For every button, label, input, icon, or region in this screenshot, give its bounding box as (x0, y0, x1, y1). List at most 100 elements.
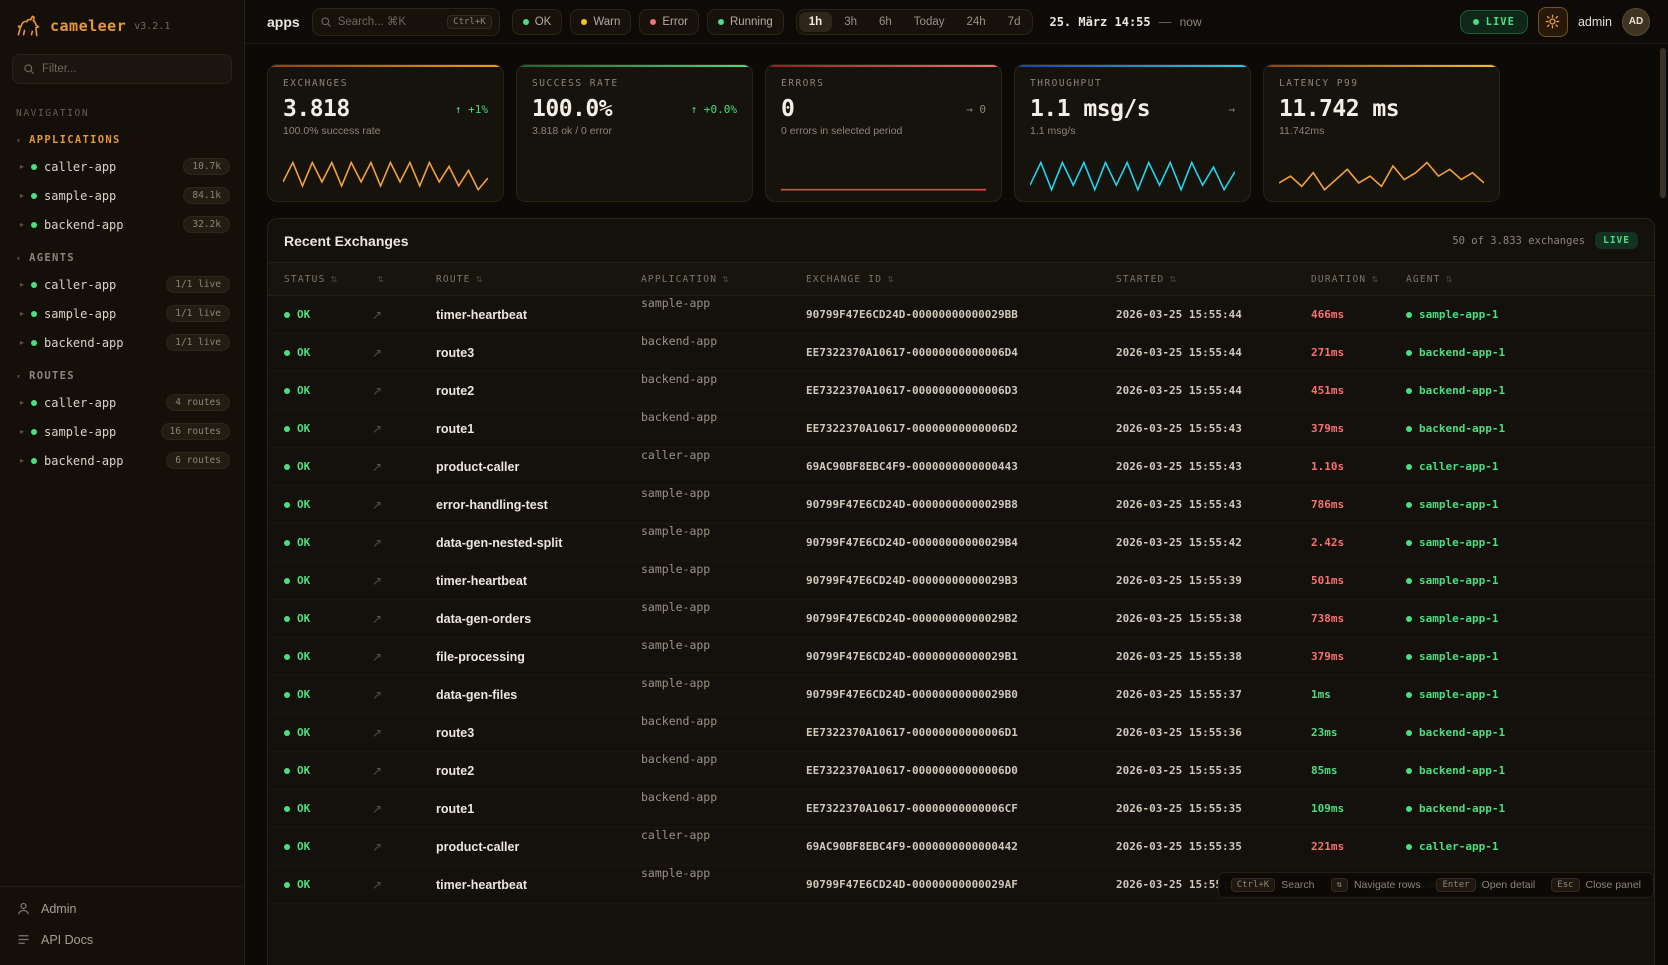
open-route-icon[interactable]: ↗ (372, 536, 382, 550)
section-title-label: ROUTES (29, 370, 75, 382)
status-label: OK (297, 308, 310, 321)
sidebar-filter[interactable] (12, 54, 232, 84)
sidebar-item-api-docs[interactable]: API Docs (0, 924, 244, 955)
table-row[interactable]: OK ↗ route1 backend-app EE7322370A10617-… (268, 790, 1654, 828)
column-header[interactable]: STARTED ⇅ (1116, 274, 1311, 285)
table-row[interactable]: OK ↗ timer-heartbeat sample-app 90799F47… (268, 562, 1654, 600)
table-row[interactable]: OK ↗ route2 backend-app EE7322370A10617-… (268, 752, 1654, 790)
column-header[interactable]: AGENT ⇅ (1406, 274, 1638, 285)
agent-label: backend-app-1 (1419, 346, 1505, 359)
open-route-icon[interactable]: ↗ (372, 726, 382, 740)
status-dot (284, 844, 290, 850)
time-range-button[interactable]: 1h (799, 12, 832, 32)
sort-icon: ⇅ (377, 275, 385, 284)
duration-cell: 23ms (1311, 726, 1406, 739)
table-row[interactable]: OK ↗ product-caller caller-app 69AC90BF8… (268, 828, 1654, 866)
route-cell: route1 (436, 802, 641, 816)
chevron-down-icon: ▾ (16, 254, 22, 263)
open-route-icon[interactable]: ↗ (372, 460, 382, 474)
filter-input[interactable] (42, 63, 221, 75)
open-route-icon[interactable]: ↗ (372, 574, 382, 588)
table-row[interactable]: OK ↗ error-handling-test sample-app 9079… (268, 486, 1654, 524)
column-label: STATUS (284, 274, 326, 285)
username-label[interactable]: admin (1578, 15, 1612, 29)
sidebar-item[interactable]: ▸ caller-app 1/1 live (0, 270, 244, 299)
column-header[interactable]: STATUS ⇅ (284, 274, 372, 285)
brand[interactable]: cameleer v3.2.1 (0, 0, 244, 46)
column-header[interactable]: EXCHANGE ID ⇅ (806, 274, 1116, 285)
table-row[interactable]: OK ↗ data-gen-orders sample-app 90799F47… (268, 600, 1654, 638)
sidebar-item[interactable]: ▸ backend-app 6 routes (0, 446, 244, 475)
table-row[interactable]: OK ↗ data-gen-nested-split sample-app 90… (268, 524, 1654, 562)
status-label: OK (297, 726, 310, 739)
time-range-button[interactable]: 24h (956, 12, 995, 32)
sidebar-item[interactable]: ▸ sample-app 84.1k (0, 181, 244, 210)
column-header[interactable]: DURATION ⇅ (1311, 274, 1406, 285)
status-filter-chip[interactable]: Running (707, 9, 784, 35)
sidebar-item[interactable]: ▸ backend-app 32.2k (0, 210, 244, 239)
status-filter-chip[interactable]: OK (512, 9, 563, 35)
nav-section-label: NAVIGATION (0, 92, 244, 121)
sidebar-item[interactable]: ▸ sample-app 1/1 live (0, 299, 244, 328)
column-header[interactable]: ROUTE ⇅ (436, 274, 641, 285)
section-title[interactable]: ▾ APPLICATIONS (0, 121, 244, 152)
status-label: OK (297, 878, 310, 891)
time-range-button[interactable]: 3h (834, 12, 867, 32)
started-cell: 2026-03-25 15:55:35 (1116, 764, 1311, 777)
sidebar-item[interactable]: ▸ caller-app 10.7k (0, 152, 244, 181)
open-route-icon[interactable]: ↗ (372, 878, 382, 892)
open-route-icon[interactable]: ↗ (372, 840, 382, 854)
agent-cell: sample-app-1 (1406, 688, 1638, 701)
sidebar-item-badge: 1/1 live (166, 305, 230, 322)
search-input[interactable] (338, 16, 441, 28)
table-row[interactable]: OK ↗ route3 backend-app EE7322370A10617-… (268, 334, 1654, 372)
avatar[interactable]: AD (1622, 8, 1650, 36)
open-route-icon[interactable]: ↗ (372, 802, 382, 816)
table-row[interactable]: OK ↗ product-caller caller-app 69AC90BF8… (268, 448, 1654, 486)
datetime-label[interactable]: 25. März 14:55 (1049, 15, 1150, 29)
status-filter-chip[interactable]: Warn (570, 9, 631, 35)
exchange-id-cell: EE7322370A10617-00000000000006D4 (806, 346, 1116, 359)
sidebar-item[interactable]: ▸ backend-app 1/1 live (0, 328, 244, 357)
sort-icon: ⇅ (722, 275, 730, 284)
live-dot (1473, 19, 1479, 25)
sidebar-item[interactable]: ▸ caller-app 4 routes (0, 388, 244, 417)
status-filter-chip[interactable]: Error (639, 9, 699, 35)
section-title[interactable]: ▾ ROUTES (0, 357, 244, 388)
stat-value: 3.818 (283, 96, 350, 122)
table-row[interactable]: OK ↗ route2 backend-app EE7322370A10617-… (268, 372, 1654, 410)
open-route-icon[interactable]: ↗ (372, 422, 382, 436)
open-route-icon[interactable]: ↗ (372, 688, 382, 702)
column-header[interactable]: APPLICATION ⇅ (641, 274, 806, 285)
open-route-icon[interactable]: ↗ (372, 612, 382, 626)
status-dot (284, 882, 290, 888)
stat-value-row: 0 → 0 (781, 96, 986, 122)
open-route-icon[interactable]: ↗ (372, 384, 382, 398)
table-row[interactable]: OK ↗ data-gen-files sample-app 90799F47E… (268, 676, 1654, 714)
user-icon (16, 901, 31, 916)
sidebar-item[interactable]: ▸ sample-app 16 routes (0, 417, 244, 446)
open-route-icon[interactable]: ↗ (372, 650, 382, 664)
time-range-button[interactable]: 7d (998, 12, 1031, 32)
table-row[interactable]: OK ↗ route3 backend-app EE7322370A10617-… (268, 714, 1654, 752)
column-header[interactable]: ⇅ (372, 275, 436, 284)
global-search[interactable]: Ctrl+K (312, 8, 500, 36)
open-route-icon[interactable]: ↗ (372, 346, 382, 360)
stat-card: LATENCY P99 11.742 ms 11.742ms (1263, 64, 1500, 202)
theme-toggle-button[interactable] (1538, 7, 1568, 37)
application-cell: sample-app (641, 562, 806, 599)
started-cell: 2026-03-25 15:55:36 (1116, 726, 1311, 739)
time-range-button[interactable]: Today (904, 12, 955, 32)
hotkey-hint: Esc Close panel (1551, 878, 1641, 892)
table-row[interactable]: OK ↗ route1 backend-app EE7322370A10617-… (268, 410, 1654, 448)
section-title[interactable]: ▾ AGENTS (0, 239, 244, 270)
table-row[interactable]: OK ↗ file-processing sample-app 90799F47… (268, 638, 1654, 676)
scrollbar-thumb[interactable] (1660, 48, 1666, 198)
live-toggle[interactable]: LIVE (1460, 10, 1528, 34)
open-route-icon[interactable]: ↗ (372, 308, 382, 322)
sidebar-item-admin[interactable]: Admin (0, 893, 244, 924)
table-row[interactable]: OK ↗ timer-heartbeat sample-app 90799F47… (268, 296, 1654, 334)
open-route-icon[interactable]: ↗ (372, 498, 382, 512)
time-range-button[interactable]: 6h (869, 12, 902, 32)
open-route-icon[interactable]: ↗ (372, 764, 382, 778)
